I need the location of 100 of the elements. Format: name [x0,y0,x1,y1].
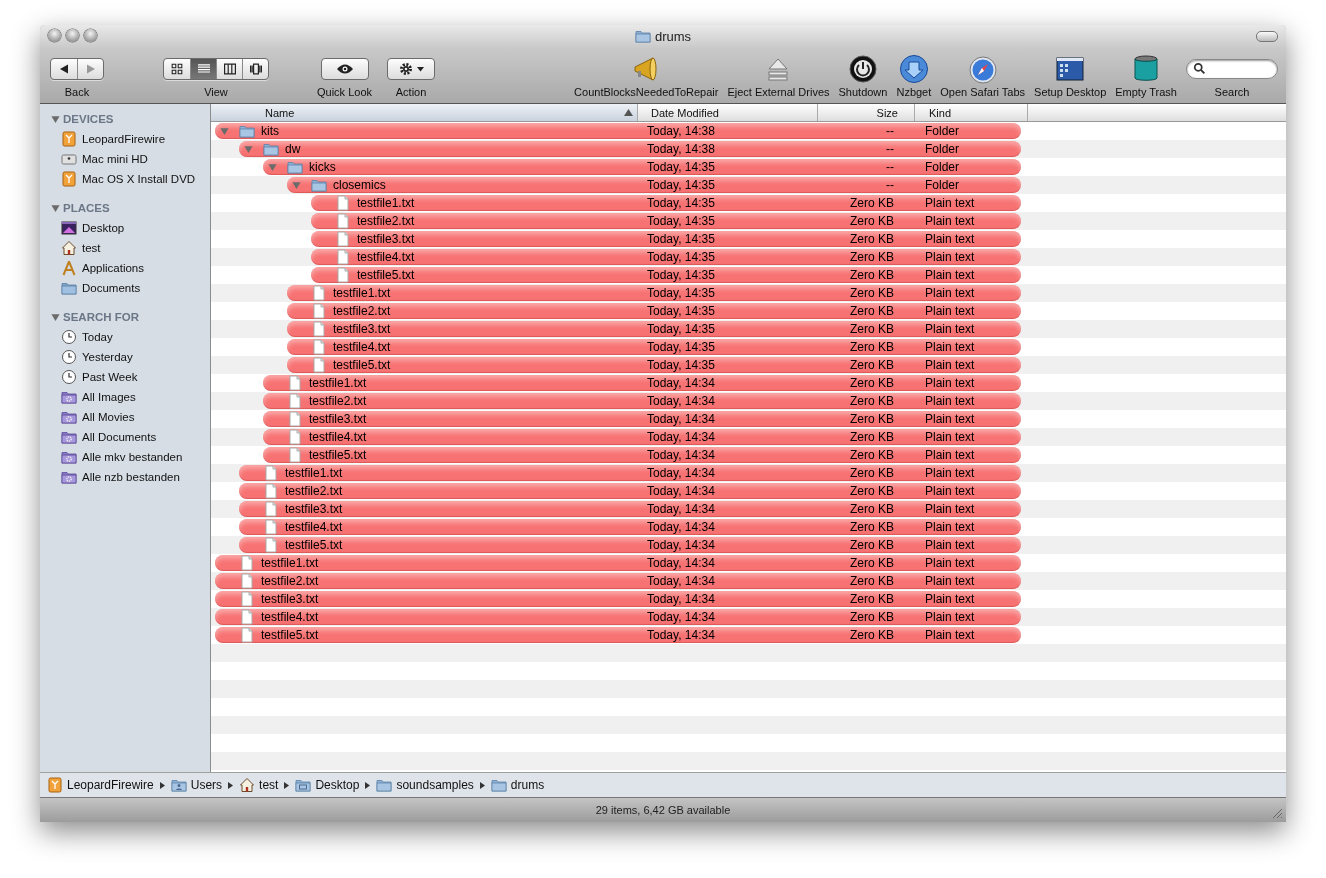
file-size: Zero KB [850,376,894,390]
toolbar-button[interactable]: Shutdown [838,52,888,99]
disclosure-triangle[interactable] [51,114,60,124]
path-item[interactable]: LeopardFirewire [47,777,154,793]
toolbar-label: Search [1214,86,1250,99]
disclosure-triangle[interactable] [244,144,253,154]
file-name[interactable]: testfile5.txt [309,448,367,462]
search-field[interactable] [1186,59,1278,79]
file-kind: Folder [925,142,959,156]
file-name[interactable]: testfile4.txt [261,610,319,624]
grid-icon [171,63,183,75]
path-item[interactable]: test [239,777,279,793]
file-name[interactable]: testfile5.txt [357,268,415,282]
file-name[interactable]: testfile1.txt [333,286,391,300]
disclosure-triangle[interactable] [51,312,60,322]
file-kind: Folder [925,178,959,192]
file-name[interactable]: testfile4.txt [285,520,343,534]
file-name[interactable]: closemics [333,178,386,192]
file-name[interactable]: dw [285,142,301,156]
toolbar-toggle-button[interactable] [1256,31,1278,42]
file-name[interactable]: kits [261,124,279,138]
file-size: Zero KB [850,340,894,354]
path-item[interactable]: Users [170,777,223,793]
column-header[interactable]: Kind [915,104,1028,121]
file-name[interactable]: testfile2.txt [285,484,343,498]
file-name[interactable]: testfile2.txt [261,574,319,588]
sidebar-item[interactable]: Yesterday [40,347,137,367]
toolbar-button[interactable]: Eject External Drives [727,52,830,99]
toolbar-button[interactable]: Nzbget [896,52,932,99]
file-kind: Plain text [925,214,975,228]
resize-grip-icon[interactable] [1272,808,1283,819]
toolbar-button[interactable]: Open Safari Tabs [940,52,1026,99]
action-button[interactable] [387,58,436,80]
sidebar-item[interactable]: All Movies [40,407,139,427]
sidebar-item[interactable]: Alle mkv bestanden [40,447,187,467]
disclosure-triangle[interactable] [268,162,277,172]
date-modified: Today, 14:34 [647,430,715,444]
file-name[interactable]: testfile3.txt [309,412,367,426]
sidebar-item[interactable]: Documents [40,278,145,298]
path-separator-icon [284,781,290,789]
file-name[interactable]: testfile4.txt [309,430,367,444]
file-kind: Plain text [925,304,975,318]
file-name[interactable]: testfile3.txt [261,592,319,606]
list-view-button[interactable] [190,59,216,79]
path-item[interactable]: Desktop [295,777,360,793]
quick-look-button[interactable] [320,58,369,80]
file-name[interactable]: testfile2.txt [333,304,391,318]
zoom-button[interactable] [84,29,97,42]
sidebar-item[interactable]: Today [40,327,117,347]
section-heading: SEARCH FOR [63,311,140,323]
file-name[interactable]: testfile1.txt [357,196,415,210]
file-name[interactable]: testfile1.txt [285,466,343,480]
file-name[interactable]: testfile4.txt [333,340,391,354]
folder-icon [634,28,651,44]
file-name[interactable]: testfile3.txt [357,232,415,246]
date-modified: Today, 14:34 [647,520,715,534]
disclosure-triangle[interactable] [220,126,229,136]
power-icon [847,54,878,84]
file-name[interactable]: testfile2.txt [357,214,415,228]
file-name[interactable]: testfile2.txt [309,394,367,408]
sidebar-item[interactable]: All Images [40,387,140,407]
column-header[interactable]: Name [211,104,638,121]
folder-icon [490,777,507,793]
sidebar-item[interactable]: Past Week [40,367,142,387]
sidebar-item[interactable]: Mac OS X Install DVD [40,169,200,189]
file-kind: Plain text [925,430,975,444]
file-name[interactable]: testfile5.txt [261,628,319,642]
sidebar-item[interactable]: Mac mini HD [40,149,152,169]
sidebar-item[interactable]: test [40,238,105,258]
path-item[interactable]: drums [490,777,545,793]
file-name[interactable]: testfile1.txt [261,556,319,570]
file-name[interactable]: testfile5.txt [285,538,343,552]
sidebar-item[interactable]: Applications [40,258,148,278]
sidebar-item[interactable]: Desktop [40,218,129,238]
toolbar-button[interactable]: CountBlocksNeededToRepair [574,52,719,99]
sidebar-item[interactable]: All Documents [40,427,161,447]
file-kind: Folder [925,160,959,174]
sidebar-item[interactable]: LeopardFirewire [40,129,170,149]
file-name[interactable]: testfile1.txt [309,376,367,390]
column-header[interactable]: Date Modified [638,104,818,121]
sidebar-item[interactable]: Alle nzb bestanden [40,467,184,487]
date-modified: Today, 14:34 [647,538,715,552]
path-item[interactable]: soundsamples [376,777,474,793]
toolbar-button[interactable]: Setup Desktop [1034,52,1107,99]
date-modified: Today, 14:35 [647,286,715,300]
file-size: Zero KB [850,250,894,264]
file-name[interactable]: testfile3.txt [333,322,391,336]
disclosure-triangle[interactable] [292,180,301,190]
date-modified: Today, 14:34 [647,628,715,642]
column-header[interactable]: Size [818,104,915,121]
file-name[interactable]: testfile4.txt [357,250,415,264]
minimize-button[interactable] [66,29,79,42]
file-name[interactable]: testfile5.txt [333,358,391,372]
path-separator-icon [365,781,371,789]
file-size: Zero KB [850,538,894,552]
toolbar-button[interactable]: Empty Trash [1115,52,1177,99]
close-button[interactable] [48,29,61,42]
file-name[interactable]: testfile3.txt [285,502,343,516]
disclosure-triangle[interactable] [51,203,60,213]
file-name[interactable]: kicks [309,160,336,174]
